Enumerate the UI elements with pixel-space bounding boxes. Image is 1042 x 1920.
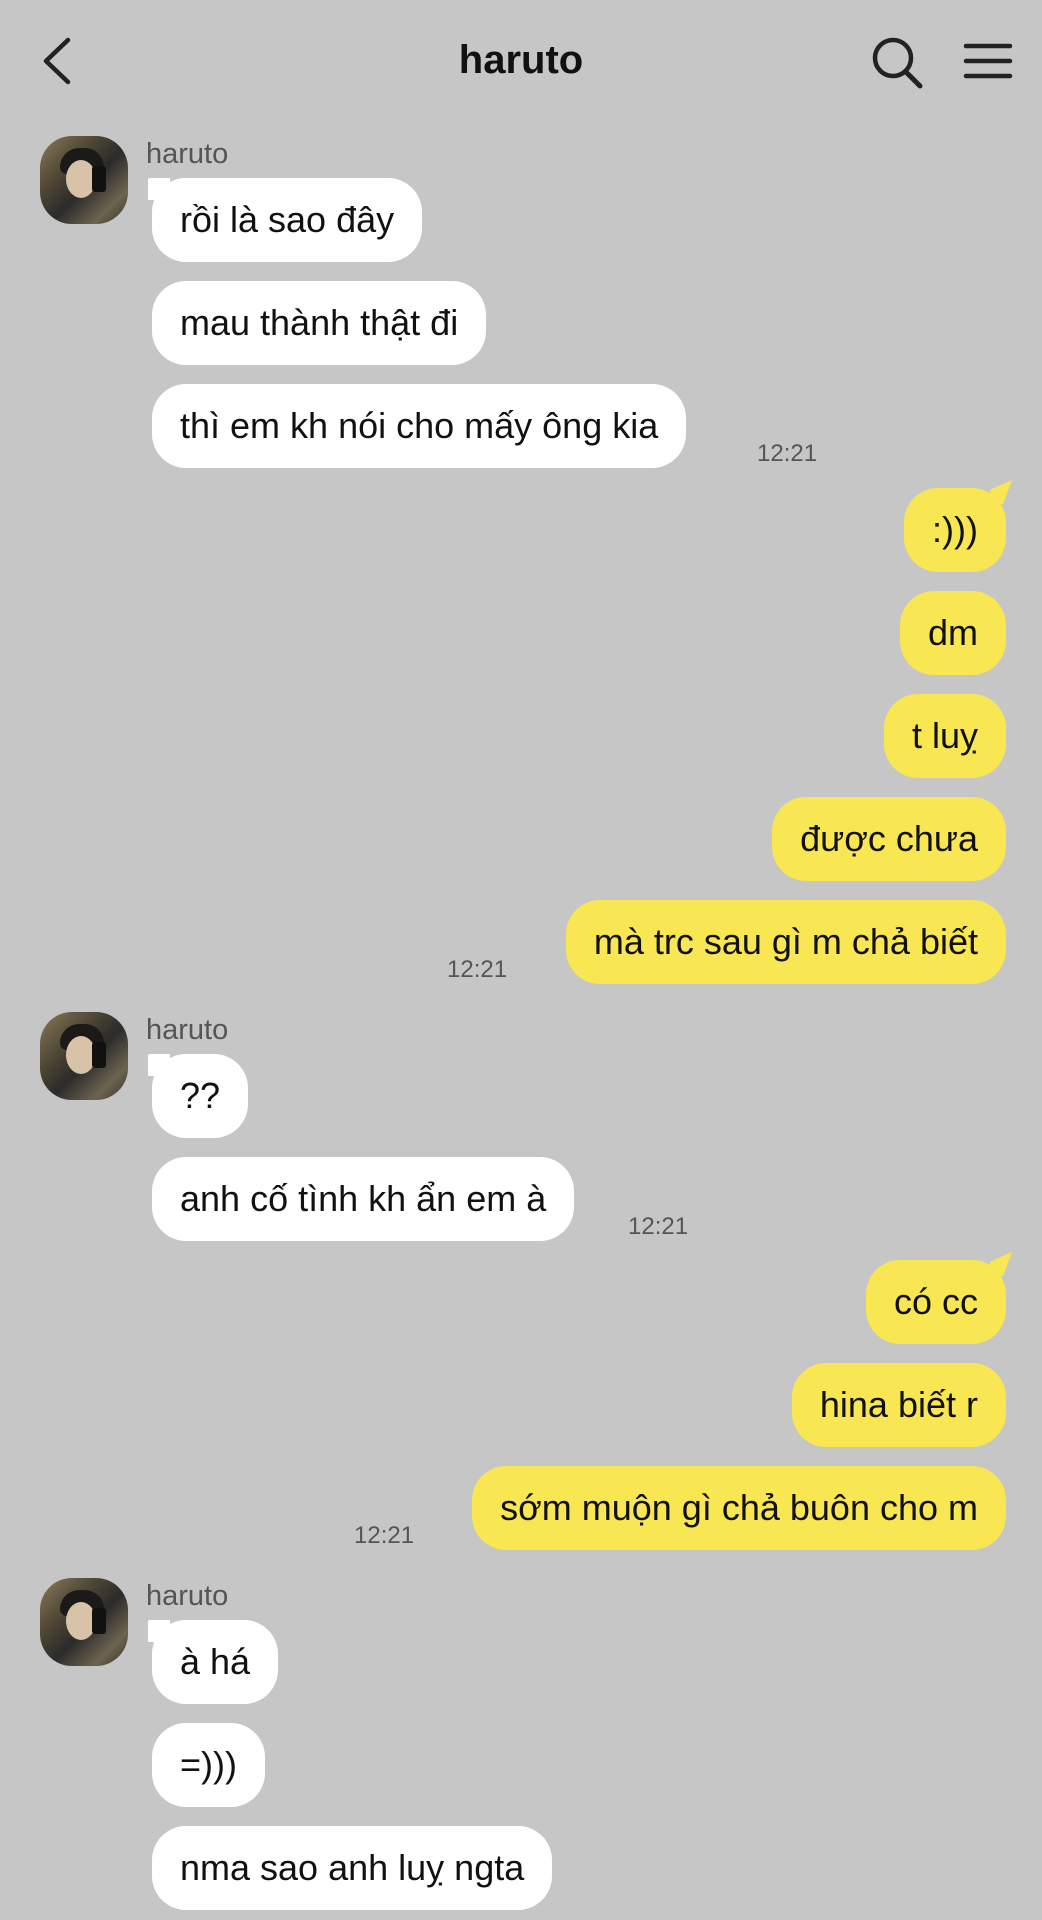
contact-avatar[interactable] — [40, 136, 128, 224]
outgoing-message[interactable]: mà trc sau gì m chả biết — [565, 900, 1006, 984]
contact-avatar[interactable] — [40, 1578, 128, 1666]
incoming-message[interactable]: =))) — [152, 1723, 265, 1807]
outgoing-message[interactable]: hina biết r — [791, 1363, 1006, 1447]
sender-name: haruto — [146, 1580, 229, 1612]
outgoing-message[interactable]: :))) — [904, 488, 1006, 572]
outgoing-message[interactable]: t luỵ — [883, 694, 1006, 778]
outgoing-message[interactable]: có cc — [865, 1260, 1006, 1344]
message-time: 12:21 — [354, 1522, 415, 1549]
outgoing-message[interactable]: sớm muộn gì chả buôn cho m — [472, 1466, 1006, 1550]
incoming-message[interactable]: mau thành thật đi — [152, 281, 487, 365]
incoming-message[interactable]: rồi là sao đây — [147, 178, 423, 262]
incoming-message[interactable]: nma sao anh luỵ ngta — [152, 1826, 553, 1910]
message-list[interactable]: haruto rồi là sao đây mau thành thật đi … — [0, 0, 1042, 1920]
sender-name: haruto — [146, 1014, 229, 1046]
contact-avatar[interactable] — [40, 1012, 128, 1100]
incoming-message[interactable]: anh cố tình kh ẩn em à — [152, 1157, 575, 1241]
incoming-message[interactable]: à há — [147, 1620, 279, 1704]
sender-name: haruto — [146, 138, 229, 170]
message-time: 12:21 — [757, 440, 818, 467]
incoming-message[interactable]: thì em kh nói cho mấy ông kia — [152, 384, 687, 468]
message-time: 12:21 — [447, 956, 508, 983]
outgoing-message[interactable]: được chưa — [772, 797, 1006, 881]
incoming-message[interactable]: ?? — [147, 1054, 249, 1138]
message-time: 12:21 — [628, 1213, 689, 1240]
outgoing-message[interactable]: dm — [899, 591, 1006, 675]
